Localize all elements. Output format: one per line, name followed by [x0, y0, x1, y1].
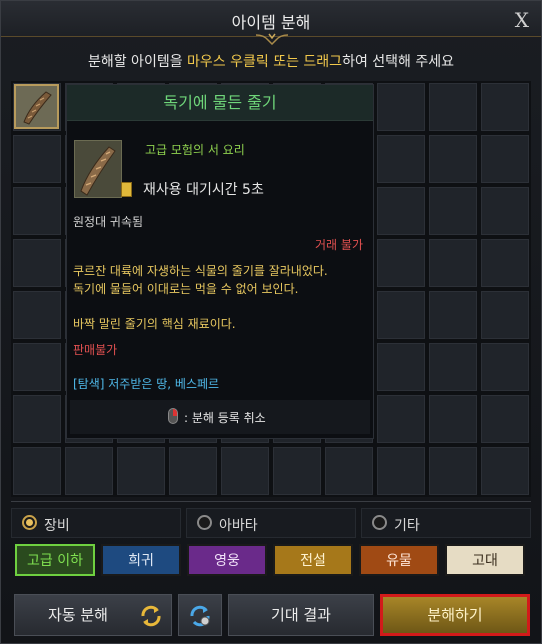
- radio-unselected-icon: [372, 515, 387, 530]
- item-slot[interactable]: [479, 81, 531, 133]
- grade-button-relic[interactable]: 유물: [359, 544, 439, 576]
- cancel-hint: : 분해 등록 취소: [70, 400, 370, 434]
- item-slot[interactable]: [271, 445, 323, 497]
- radio-unselected-icon: [197, 515, 212, 530]
- item-slot[interactable]: [427, 289, 479, 341]
- action-bar: 자동 분해 기대 결과 분해하기: [11, 594, 533, 638]
- item-slot[interactable]: [479, 289, 531, 341]
- item-slot[interactable]: [479, 341, 531, 393]
- item-slot[interactable]: [427, 445, 479, 497]
- auto-settings-button[interactable]: [178, 594, 222, 636]
- item-slot[interactable]: [375, 341, 427, 393]
- description-line-1: 쿠르잔 대륙에 자생하는 식물의 줄기를 잘라내었다.: [73, 264, 328, 278]
- mouse-right-click-icon: [168, 408, 178, 424]
- item-slot[interactable]: [427, 341, 479, 393]
- item-slot[interactable]: [11, 393, 63, 445]
- refresh-icon: [141, 605, 161, 627]
- disassemble-window: 아이템 분해 X 분해할 아이템을 마우스 우클릭 또는 드래그하여 선택해 주…: [0, 0, 542, 644]
- item-slot[interactable]: [11, 185, 63, 237]
- item-slot-selected[interactable]: [14, 84, 59, 129]
- item-slot[interactable]: [479, 393, 531, 445]
- item-slot[interactable]: [375, 237, 427, 289]
- category-label: 기타: [394, 518, 420, 534]
- item-slot[interactable]: [479, 133, 531, 185]
- description-line-2: 독기에 물들어 이대로는 먹을 수 없어 보인다.: [73, 282, 299, 296]
- instruction-part-2: 하여 선택해 주세요: [342, 54, 455, 70]
- item-core-text: 바짝 말린 줄기의 핵심 재료이다.: [73, 317, 236, 331]
- category-radio-equipment[interactable]: 장비: [11, 508, 181, 538]
- item-slot[interactable]: [115, 445, 167, 497]
- item-slot[interactable]: [479, 185, 531, 237]
- ticket-icon: [121, 182, 132, 197]
- item-not-sellable: 판매불가: [73, 343, 118, 357]
- grade-filter: 고급 이하 희귀 영웅 전설 유물 고대: [15, 544, 527, 578]
- item-explore-source: [탐색] 저주받은 땅, 베스페르: [73, 377, 220, 391]
- item-name: 독기에 물든 줄기: [67, 85, 373, 121]
- item-grade: 고급 모험의 서 요리: [145, 143, 245, 157]
- item-trade-status: 거래 불가: [315, 238, 363, 252]
- grade-button-common-below[interactable]: 고급 이하: [15, 544, 95, 576]
- item-slot[interactable]: [375, 81, 427, 133]
- category-radio-avatar[interactable]: 아바타: [186, 508, 356, 538]
- item-slot[interactable]: [479, 445, 531, 497]
- item-slot[interactable]: [63, 445, 115, 497]
- auto-disassemble-label: 자동 분해: [48, 606, 108, 624]
- auto-disassemble-button[interactable]: 자동 분해: [14, 594, 172, 636]
- instruction-text: 분해할 아이템을 마우스 우클릭 또는 드래그하여 선택해 주세요: [1, 51, 541, 71]
- item-slot[interactable]: [427, 133, 479, 185]
- ornament-icon: [255, 33, 289, 45]
- item-slot[interactable]: [375, 289, 427, 341]
- category-label: 장비: [44, 518, 70, 534]
- grade-button-legendary[interactable]: 전설: [273, 544, 353, 576]
- item-slot[interactable]: [323, 445, 375, 497]
- item-slot[interactable]: [11, 341, 63, 393]
- item-slot[interactable]: [11, 133, 63, 185]
- category-filter: 장비 아바타 기타: [11, 508, 531, 538]
- item-stem-icon: [23, 91, 52, 125]
- title-bar[interactable]: 아이템 분해 X: [1, 1, 541, 45]
- instruction-part-1: 분해할 아이템을: [87, 54, 188, 70]
- item-slot[interactable]: [479, 237, 531, 289]
- item-binding: 원정대 귀속됨: [73, 215, 144, 229]
- divider: [11, 501, 531, 502]
- grade-button-rare[interactable]: 희귀: [101, 544, 181, 576]
- item-cooldown: 재사용 대기시간 5초: [143, 182, 264, 198]
- close-icon[interactable]: X: [515, 8, 529, 32]
- grade-button-epic[interactable]: 영웅: [187, 544, 267, 576]
- item-slot[interactable]: [167, 445, 219, 497]
- item-slot[interactable]: [427, 393, 479, 445]
- item-slot[interactable]: [11, 289, 63, 341]
- item-slot[interactable]: [375, 393, 427, 445]
- grade-button-ancient[interactable]: 고대: [445, 544, 525, 576]
- cancel-hint-text: : 분해 등록 취소: [184, 411, 266, 425]
- disassemble-button[interactable]: 분해하기: [380, 594, 530, 636]
- instruction-highlight: 마우스 우클릭 또는 드래그: [187, 54, 343, 70]
- radio-selected-icon: [22, 515, 37, 530]
- item-slot[interactable]: [427, 81, 479, 133]
- category-radio-etc[interactable]: 기타: [361, 508, 531, 538]
- item-slot[interactable]: [11, 237, 63, 289]
- item-slot[interactable]: [375, 133, 427, 185]
- item-description: 쿠르잔 대륙에 자생하는 식물의 줄기를 잘라내었다. 독기에 물들어 이대로는…: [73, 262, 369, 298]
- expected-result-button[interactable]: 기대 결과: [228, 594, 374, 636]
- item-slot[interactable]: [219, 445, 271, 497]
- item-slot[interactable]: [375, 445, 427, 497]
- settings-refresh-icon: [190, 605, 210, 627]
- category-label: 아바타: [219, 518, 258, 534]
- item-slot[interactable]: [427, 185, 479, 237]
- item-slot[interactable]: [11, 445, 63, 497]
- item-tooltip: 독기에 물든 줄기 고급 모험의 서 요리 재사용 대기시간 5초 원정대 귀속…: [66, 84, 374, 439]
- item-stem-icon: [74, 140, 122, 198]
- item-slot[interactable]: [375, 185, 427, 237]
- item-slot[interactable]: [427, 237, 479, 289]
- window-title: 아이템 분해: [231, 13, 311, 32]
